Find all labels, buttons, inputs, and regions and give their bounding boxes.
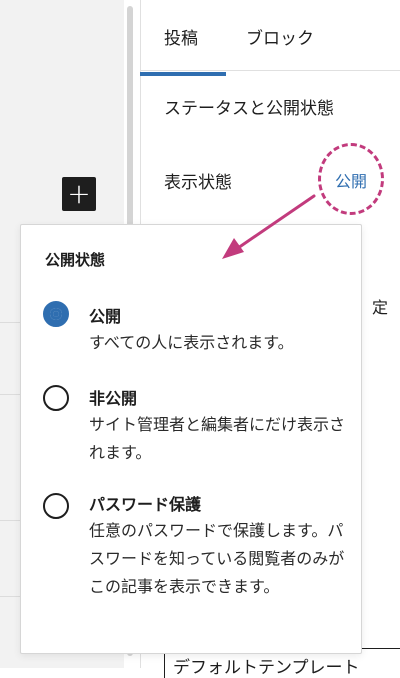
option-private-description: サイト管理者と編集者にだけ表示されます。: [89, 415, 346, 462]
option-private-label[interactable]: 非公開: [89, 385, 137, 409]
annotation-circle: [318, 143, 384, 215]
option-public-label[interactable]: 公開: [89, 303, 121, 327]
status-visibility-panel-title[interactable]: ステータスと公開状態: [164, 94, 334, 119]
option-password-description: 任意のパスワードで保護します。パスワードを知っている閲覧者のみがこの記事を表示で…: [89, 521, 345, 596]
option-public-description: すべての人に表示されます。: [89, 333, 294, 352]
visibility-label: 表示状態: [164, 173, 232, 193]
option-password-label[interactable]: パスワード保護: [89, 491, 201, 515]
tab-post[interactable]: 投稿: [140, 24, 226, 76]
radio-private[interactable]: [43, 385, 69, 411]
radio-password[interactable]: [43, 493, 69, 519]
block-inserter-button[interactable]: +: [62, 177, 96, 211]
visibility-popover: 公開状態 公開 すべての人に表示されます。 非公開 サイト管理者と編集者にだけ表…: [20, 224, 362, 654]
popover-title: 公開状態: [45, 251, 106, 269]
plus-icon: +: [67, 177, 91, 210]
tab-block[interactable]: ブロック: [246, 24, 314, 49]
radio-public[interactable]: [43, 301, 69, 327]
sidebar-clipped-text: 定: [372, 298, 389, 317]
